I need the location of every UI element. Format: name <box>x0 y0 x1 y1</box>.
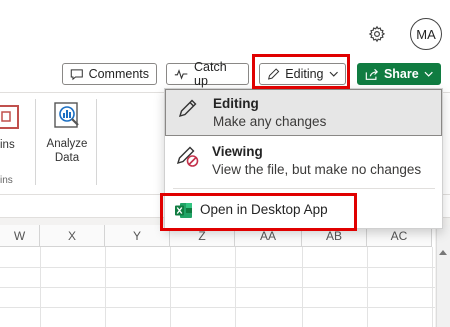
pulse-icon <box>174 69 188 80</box>
menu-item-viewing[interactable]: Viewing View the file, but make no chang… <box>165 136 442 184</box>
col-line <box>302 247 303 327</box>
menu-item-editing[interactable]: Editing Make any changes <box>165 89 442 136</box>
share-button[interactable]: Share <box>357 63 441 85</box>
editing-mode-button[interactable]: Editing <box>259 63 346 85</box>
row-line <box>0 307 435 308</box>
col-line <box>40 247 41 327</box>
menu-item-subtitle: View the file, but make no changes <box>212 162 422 177</box>
top-bar: MA <box>0 0 450 58</box>
col-line <box>170 247 171 327</box>
editing-label: Editing <box>285 67 324 81</box>
chevron-down-icon <box>424 71 433 77</box>
addins-group-label: ins <box>0 175 13 186</box>
col-line <box>367 247 368 327</box>
pencil-icon <box>267 68 280 80</box>
comments-button[interactable]: Comments <box>62 63 157 85</box>
menu-item-title: Viewing <box>212 144 263 159</box>
row-line <box>0 287 435 288</box>
open-in-desktop-label: Open in Desktop App <box>200 202 328 217</box>
menu-item-title: Editing <box>213 96 259 111</box>
chevron-down-icon <box>329 71 338 77</box>
share-icon <box>365 68 379 80</box>
catchup-button[interactable]: Catch up <box>166 60 249 88</box>
analyze-data-button[interactable]: Analyze Data <box>43 99 91 179</box>
comment-icon <box>70 68 83 80</box>
pencil-no-icon <box>176 146 199 167</box>
analyze-label-2: Data <box>54 152 80 164</box>
avatar[interactable]: MA <box>410 18 442 50</box>
analyze-data-icon <box>54 102 79 128</box>
column-header[interactable]: X <box>40 225 105 247</box>
share-label: Share <box>383 67 419 81</box>
ribbon-divider <box>96 99 97 185</box>
analyze-label-1: Analyze <box>46 138 88 150</box>
col-line <box>235 247 236 327</box>
comments-label: Comments <box>88 67 149 81</box>
spreadsheet-grid[interactable]: W X Y Z AA AB AC <box>0 225 435 327</box>
menu-divider <box>173 188 435 189</box>
gear-icon[interactable] <box>365 22 389 46</box>
vertical-scrollbar[interactable] <box>436 225 450 327</box>
addins-icon[interactable] <box>0 103 20 131</box>
col-line <box>105 247 106 327</box>
open-in-desktop-app-item[interactable]: Open in Desktop App <box>165 193 442 228</box>
col-line <box>432 247 433 327</box>
ribbon-divider <box>35 99 36 185</box>
excel-icon <box>175 203 192 218</box>
pencil-icon <box>178 99 197 118</box>
addins-label: ins <box>0 139 15 151</box>
catchup-label: Catch up <box>194 60 227 88</box>
command-bar: Comments Catch up Editing Share <box>0 58 450 92</box>
editing-mode-menu: Editing Make any changes Viewing View th… <box>164 88 443 229</box>
row-line <box>0 267 435 268</box>
column-header[interactable]: Y <box>105 225 170 247</box>
scroll-up-arrow-icon[interactable] <box>439 250 447 255</box>
menu-item-subtitle: Make any changes <box>213 114 327 129</box>
column-header[interactable]: W <box>0 225 40 247</box>
